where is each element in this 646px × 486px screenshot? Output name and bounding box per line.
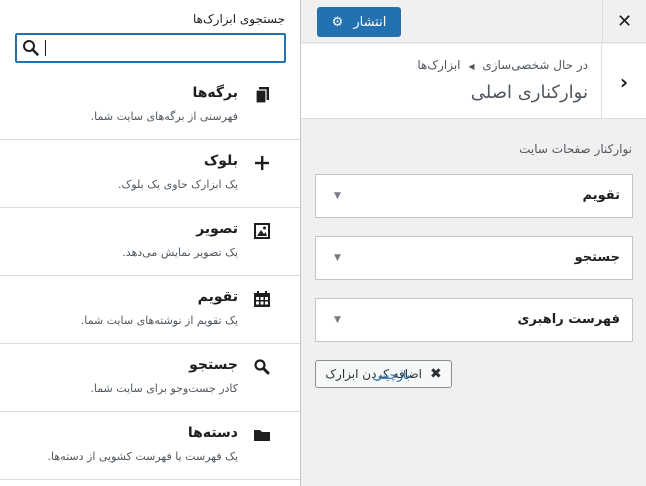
caret-down-icon[interactable]: ▼ <box>334 175 341 217</box>
folder-icon <box>254 430 270 441</box>
customizer-header: ✕ انتشار ⚙ <box>301 0 646 43</box>
widget-item-pages[interactable]: برگه‌ها فهرستی از برگه‌های سایت شما. <box>0 72 300 140</box>
breadcrumb-customizing: در حال شخصی‌سازی <box>482 58 588 72</box>
section-title: نوارکناری اصلی <box>470 82 588 103</box>
widget-item-name: برگه‌ها <box>192 85 238 101</box>
plus-icon <box>255 156 269 170</box>
sidebar-widget-navigation-menu[interactable]: فهرست راهبری ▼ <box>315 298 633 342</box>
widget-item-name: بلوک <box>203 153 238 169</box>
search-icon <box>254 359 270 375</box>
widget-item-block[interactable]: بلوک یک ابزارک حاوی یک بلوک. <box>0 140 300 208</box>
caret-down-icon[interactable]: ▼ <box>334 237 341 279</box>
pages-icon <box>255 87 269 104</box>
breadcrumb-separator-icon: ◀ <box>468 62 475 71</box>
image-icon <box>254 223 270 239</box>
sidebar-widget-title: تقویم <box>582 188 620 203</box>
close-button[interactable]: ✕ <box>602 0 646 43</box>
caret-down-icon[interactable]: ▼ <box>334 299 341 341</box>
back-button[interactable]: ‹ <box>601 44 646 119</box>
widget-item-desc: یک ابزارک حاوی یک بلوک. <box>117 178 238 191</box>
widget-item-desc: یک تصویر نمایش می‌دهد. <box>122 246 238 259</box>
available-widgets-list: برگه‌ها فهرستی از برگه‌های سایت شما. بلو… <box>0 72 300 480</box>
sidebar-widget-title: فهرست راهبری <box>517 312 620 327</box>
close-icon: ✖ <box>429 366 442 382</box>
customizer-panel: ✕ انتشار ⚙ ‹ در حال شخصی‌سازی ◀ ابزارک‌ه… <box>300 0 646 486</box>
widget-item-categories[interactable]: دسته‌ها یک فهرست یا فهرست کشویی از دسته‌… <box>0 412 300 480</box>
breadcrumb: در حال شخصی‌سازی ◀ ابزارک‌ها <box>417 58 588 72</box>
widget-picker: جستجوی ابزارک‌ها برگه‌ها فهرستی از برگه‌… <box>0 0 300 486</box>
widget-item-name: جستجو <box>189 357 238 373</box>
publish-label: انتشار <box>353 14 387 30</box>
widget-item-calendar[interactable]: تقویم یک تقویم از نوشته‌های سایت شما. <box>0 276 300 344</box>
widget-item-desc: فهرستی از برگه‌های سایت شما. <box>90 110 238 123</box>
sidebar-widget-title: جستجو <box>574 250 620 265</box>
widget-search-input[interactable] <box>47 35 282 61</box>
widget-search-box[interactable] <box>15 33 286 63</box>
chevron-left-icon: ‹ <box>619 69 629 94</box>
reorder-link[interactable]: بازچینی <box>373 368 410 382</box>
search-icon[interactable] <box>21 38 41 58</box>
widget-area-description: نوارکنار صفحات سایت <box>519 142 632 156</box>
widget-item-desc: یک فهرست یا فهرست کشویی از دسته‌ها. <box>47 450 238 463</box>
close-icon: ✕ <box>616 11 633 32</box>
gear-icon[interactable]: ⚙ <box>332 15 344 30</box>
widget-item-image[interactable]: تصویر یک تصویر نمایش می‌دهد. <box>0 208 300 276</box>
breadcrumb-widgets: ابزارک‌ها <box>417 58 461 72</box>
widget-item-desc: یک تقویم از نوشته‌های سایت شما. <box>80 314 238 327</box>
search-divider <box>45 40 46 56</box>
widget-item-name: تصویر <box>196 221 238 237</box>
widget-item-name: دسته‌ها <box>187 425 238 441</box>
sidebar-widget-search[interactable]: جستجو ▼ <box>315 236 633 280</box>
widget-item-desc: کادر جست‌وجو برای سایت شما. <box>90 382 238 395</box>
widget-item-search[interactable]: جستجو کادر جست‌وجو برای سایت شما. <box>0 344 300 412</box>
widget-search-label: جستجوی ابزارک‌ها <box>192 12 285 26</box>
sidebar-widget-calendar[interactable]: تقویم ▼ <box>315 174 633 218</box>
section-header: ‹ در حال شخصی‌سازی ◀ ابزارک‌ها نوارکناری… <box>301 44 646 119</box>
widget-item-name: تقویم <box>197 289 238 305</box>
publish-button[interactable]: انتشار ⚙ <box>317 7 401 37</box>
calendar-icon <box>254 291 270 307</box>
